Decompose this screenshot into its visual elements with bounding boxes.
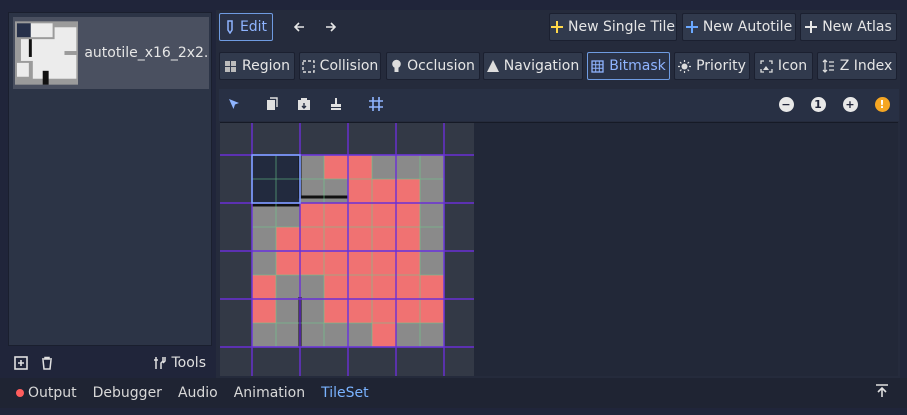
- tile-canvas[interactable]: [220, 123, 474, 376]
- collision-label: Collision: [319, 58, 379, 74]
- prev-button[interactable]: [288, 15, 310, 39]
- tools-label: Tools: [171, 355, 207, 371]
- help-button[interactable]: !: [873, 95, 891, 113]
- occlusion-label: Occlusion: [407, 58, 475, 74]
- navigation-label: Navigation: [503, 58, 580, 74]
- z-index-label: Z Index: [839, 58, 893, 74]
- tab-navigation[interactable]: Navigation: [483, 52, 583, 80]
- tile-list-panel: autotile_x16_2x2.png: [8, 12, 212, 346]
- zoom-out-icon: −: [778, 96, 794, 112]
- add-icon: [14, 356, 28, 370]
- tab-audio[interactable]: Audio: [178, 385, 218, 401]
- select-tool-button[interactable]: [224, 93, 244, 115]
- arrow-right-icon: [326, 22, 337, 32]
- tab-animation[interactable]: Animation: [234, 385, 305, 401]
- zoom-in-button[interactable]: +: [841, 95, 859, 113]
- tile-list-item[interactable]: autotile_x16_2x2.png: [13, 17, 209, 89]
- remove-tile-button[interactable]: [34, 350, 60, 376]
- tool-strip: [219, 89, 899, 121]
- copy-icon: [267, 97, 278, 110]
- pencil-icon: [227, 20, 233, 34]
- paste-bitmask-button[interactable]: [294, 93, 314, 115]
- erase-bitmask-button[interactable]: [326, 93, 346, 115]
- tools-icon: [153, 357, 166, 369]
- edit-label: Edit: [239, 19, 268, 35]
- tab-occlusion[interactable]: Occlusion: [386, 52, 480, 80]
- warning-icon: !: [874, 96, 890, 112]
- z-index-icon: [822, 59, 834, 73]
- tile-thumbnail: [15, 21, 79, 85]
- tab-icon[interactable]: Icon: [754, 52, 813, 80]
- navigation-icon: [486, 60, 499, 72]
- tile-name: autotile_x16_2x2.png: [84, 45, 209, 61]
- tab-z-index[interactable]: Z Index: [817, 52, 897, 80]
- tab-collision[interactable]: Collision: [299, 52, 381, 80]
- new-atlas-label: New Atlas: [822, 19, 892, 35]
- snap-grid-button[interactable]: [365, 93, 387, 115]
- plus-white-icon: [805, 21, 818, 33]
- tab-region[interactable]: Region: [219, 52, 295, 80]
- zoom-out-button[interactable]: −: [777, 95, 795, 113]
- next-button[interactable]: [320, 15, 342, 39]
- tab-debugger[interactable]: Debugger: [93, 385, 162, 401]
- collision-icon: [301, 59, 315, 73]
- priority-icon: [678, 59, 692, 73]
- icon-label: Icon: [777, 58, 808, 74]
- output-label: Output: [28, 385, 77, 401]
- zoom-in-icon: +: [842, 96, 858, 112]
- tab-output[interactable]: Output: [16, 385, 77, 401]
- bitmask-icon: [591, 59, 604, 73]
- tab-bitmask[interactable]: Bitmask: [587, 52, 670, 80]
- new-autotile-label: New Autotile: [702, 19, 793, 35]
- new-autotile-button[interactable]: New Autotile: [682, 13, 796, 41]
- priority-label: Priority: [696, 58, 746, 74]
- icon-mode-icon: [760, 59, 773, 73]
- bitmask-label: Bitmask: [609, 58, 666, 74]
- region-icon: [225, 60, 237, 72]
- add-tile-button[interactable]: [8, 350, 34, 376]
- tile-list-toolbar: Tools: [8, 350, 212, 376]
- lightbulb-icon: [392, 59, 401, 72]
- bottom-panel-tabs: Output Debugger Audio Animation TileSet: [0, 378, 907, 408]
- grid-snap-icon: [369, 97, 383, 111]
- tab-priority[interactable]: Priority: [674, 52, 750, 80]
- paste-icon: [298, 98, 310, 110]
- new-single-tile-button[interactable]: New Single Tile: [549, 13, 677, 41]
- tile-viewport[interactable]: [220, 122, 898, 376]
- trash-icon: [42, 356, 52, 370]
- arrow-left-icon: [293, 22, 304, 32]
- new-atlas-button[interactable]: New Atlas: [800, 13, 897, 41]
- zoom-reset-icon: 1: [810, 96, 826, 112]
- error-dot-icon: [16, 389, 24, 397]
- brush-icon: [331, 98, 341, 110]
- expand-panel-button[interactable]: [875, 384, 889, 402]
- region-label: Region: [242, 58, 290, 74]
- expand-panel-icon: [876, 384, 888, 397]
- plus-yellow-icon: [551, 21, 563, 33]
- tools-menu-button[interactable]: Tools: [153, 355, 213, 371]
- copy-bitmask-button[interactable]: [262, 93, 282, 115]
- plus-blue-icon: [685, 21, 698, 33]
- tab-tileset[interactable]: TileSet: [321, 385, 369, 401]
- cursor-icon: [229, 98, 239, 109]
- edit-button[interactable]: Edit: [219, 13, 273, 41]
- new-single-tile-label: New Single Tile: [568, 19, 675, 35]
- zoom-reset-button[interactable]: 1: [809, 95, 827, 113]
